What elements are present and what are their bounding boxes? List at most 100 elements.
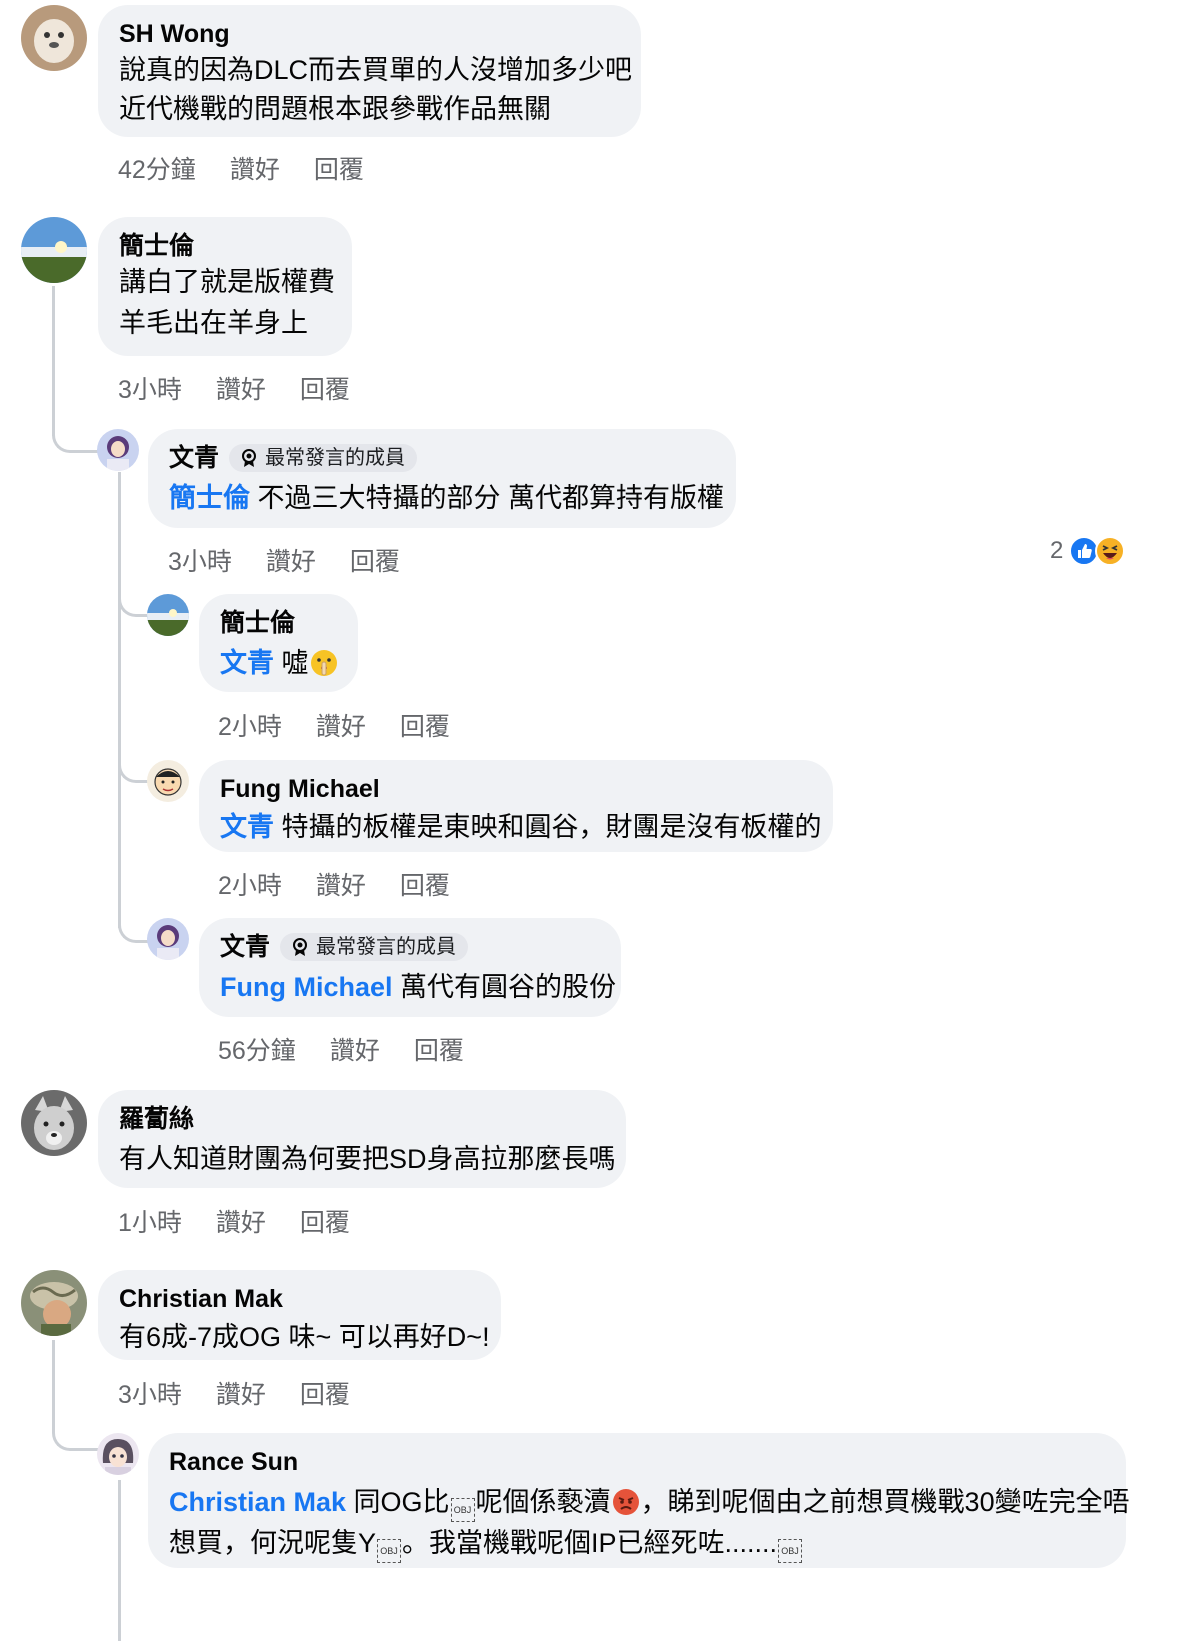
object-placeholder-icon: OBJ xyxy=(450,1498,475,1522)
thread-elbow xyxy=(118,756,149,783)
mention-link[interactable]: 文青 xyxy=(220,812,274,842)
comment-text: 有人知道財團為何要把SD身高拉那麼長嗎 xyxy=(119,1144,616,1174)
mention-link[interactable]: Christian Mak xyxy=(169,1487,346,1517)
comment-bubble: Fung Michael 文青 特攝的板權是東映和圓谷，財團是沒有板權的 xyxy=(199,760,833,852)
comment-text: 文青 特攝的板權是東映和圓谷，財團是沒有板權的 xyxy=(220,807,822,848)
comment-text-body: 想買，何況呢隻Y xyxy=(169,1528,377,1558)
comment-time[interactable]: 3小時 xyxy=(168,542,232,578)
comment-actions: 3小時 讚好 回覆 xyxy=(118,1375,350,1411)
avatar[interactable] xyxy=(147,594,189,636)
comment-text: 有6成-7成OG 味~ 可以再好D~! xyxy=(119,1322,490,1352)
thread-line xyxy=(52,1340,55,1430)
thread-line xyxy=(118,1480,121,1641)
comment-bubble: 簡士倫 講白了就是版權費 羊毛出在羊身上 xyxy=(98,217,352,356)
badge-icon xyxy=(293,938,308,956)
comment-text-body: 呢個係褻瀆 xyxy=(475,1487,611,1517)
thread-line xyxy=(118,472,121,928)
like-button[interactable]: 讚好 xyxy=(316,707,366,743)
comment-author[interactable]: Rance Sun xyxy=(169,1446,1105,1478)
comment-text: Fung Michael 萬代有圓谷的股份 xyxy=(220,967,616,1008)
comment-actions: 3小時 讚好 回覆 xyxy=(168,542,400,578)
comment-time[interactable]: 42分鐘 xyxy=(118,150,196,186)
object-placeholder-icon: OBJ xyxy=(778,1539,803,1563)
mention-link[interactable]: Fung Michael xyxy=(220,972,393,1002)
comment-text-body: ，睇到呢個由之前想買機戰30變咗完全唔 xyxy=(640,1487,1130,1517)
like-button[interactable]: 讚好 xyxy=(216,370,266,406)
comment-text: 近代機戰的問題根本跟參戰作品無關 xyxy=(119,94,551,124)
comment-author[interactable]: Christian Mak xyxy=(119,1283,480,1315)
mention-link[interactable]: 文青 xyxy=(220,648,274,678)
avatar[interactable] xyxy=(21,1090,87,1156)
comment-text-body: 不過三大特攝的部分 萬代都算持有版權 xyxy=(250,483,725,513)
comment-actions: 2小時 讚好 回覆 xyxy=(218,866,450,902)
comment-bubble: SH Wong 說真的因為DLC而去買單的人沒增加多少吧 近代機戰的問題根本跟參… xyxy=(98,5,641,137)
like-button[interactable]: 讚好 xyxy=(316,866,366,902)
comment-text: 羊毛出在羊身上 xyxy=(119,308,308,338)
avatar[interactable] xyxy=(21,5,87,71)
reply-button[interactable]: 回覆 xyxy=(300,1375,350,1411)
avatar[interactable] xyxy=(21,1270,87,1336)
comment-author[interactable]: 簡士倫 xyxy=(220,607,337,639)
thread-elbow xyxy=(118,916,149,943)
reply-button[interactable]: 回覆 xyxy=(300,1203,350,1239)
object-placeholder-icon: OBJ xyxy=(377,1539,402,1563)
comment-bubble: 羅蔔絲 有人知道財團為何要把SD身高拉那麼長嗎 xyxy=(98,1090,626,1188)
comment-bubble: 文青 最常發言的成員 Fung Michael 萬代有圓谷的股份 xyxy=(199,918,621,1017)
shushing-face-icon xyxy=(310,650,337,676)
comment-time[interactable]: 2小時 xyxy=(218,866,282,902)
avatar[interactable] xyxy=(147,918,189,960)
comment-text-body: 噓 xyxy=(274,648,309,678)
reply-button[interactable]: 回覆 xyxy=(350,542,400,578)
comment-actions: 42分鐘 讚好 回覆 xyxy=(118,150,364,186)
badge-label: 最常發言的成員 xyxy=(316,936,457,958)
comment-text: Christian Mak 同OG比 OBJ 呢個係褻瀆 ，睇到呢個由之前想買機戰30… xyxy=(169,1482,1130,1523)
reply-button[interactable]: 回覆 xyxy=(400,707,450,743)
comment-bubble: 文青 最常發言的成員 簡士倫 不過三大特攝的部分 萬代都算持有版權 xyxy=(148,429,736,528)
avatar[interactable] xyxy=(147,760,189,802)
comment-actions: 1小時 讚好 回覆 xyxy=(118,1203,350,1239)
top-contributor-badge[interactable]: 最常發言的成員 xyxy=(229,444,418,472)
comment-author[interactable]: 簡士倫 xyxy=(119,230,331,262)
comment-text-body: 萬代有圓谷的股份 xyxy=(392,972,617,1002)
reply-button[interactable]: 回覆 xyxy=(314,150,364,186)
comment-time[interactable]: 3小時 xyxy=(118,370,182,406)
comment-time[interactable]: 56分鐘 xyxy=(218,1031,296,1067)
reply-button[interactable]: 回覆 xyxy=(400,866,450,902)
comment-bubble: Rance Sun Christian Mak 同OG比 OBJ 呢個係褻瀆 ，睇到呢… xyxy=(148,1433,1130,1568)
top-contributor-badge[interactable]: 最常發言的成員 xyxy=(280,933,469,961)
comment-text-body: 。我當機戰呢個IP已經死咗....... xyxy=(402,1528,778,1558)
reaction-count: 2 xyxy=(1050,537,1064,564)
comment-text: 簡士倫 不過三大特攝的部分 萬代都算持有版權 xyxy=(169,478,724,519)
like-button[interactable]: 讚好 xyxy=(216,1375,266,1411)
comment-author[interactable]: 文青 最常發言的成員 xyxy=(220,931,600,963)
comment-author[interactable]: Fung Michael xyxy=(220,773,812,805)
comment-time[interactable]: 3小時 xyxy=(118,1375,182,1411)
like-button[interactable]: 讚好 xyxy=(216,1203,266,1239)
like-button[interactable]: 讚好 xyxy=(230,150,280,186)
comment-author[interactable]: 羅蔔絲 xyxy=(119,1103,605,1135)
reaction-summary[interactable]: 2 xyxy=(1050,536,1126,566)
comment-author[interactable]: SH Wong xyxy=(119,18,620,50)
avatar[interactable] xyxy=(97,1433,139,1475)
like-button[interactable]: 讚好 xyxy=(330,1031,380,1067)
comment-author[interactable]: 文青 最常發言的成員 xyxy=(169,442,715,474)
avatar[interactable] xyxy=(97,429,139,471)
reply-button[interactable]: 回覆 xyxy=(414,1031,464,1067)
comment-text: 說真的因為DLC而去買單的人沒增加多少吧 xyxy=(119,55,633,85)
like-button[interactable]: 讚好 xyxy=(266,542,316,578)
thread-elbow xyxy=(118,590,149,617)
thread-elbow xyxy=(52,420,99,453)
comment-time[interactable]: 1小時 xyxy=(118,1203,182,1239)
comment-text-body: 同OG比 xyxy=(346,1487,450,1517)
comment-text-body: 特攝的板權是東映和圓谷，財團是沒有板權的 xyxy=(274,812,822,842)
comment-text: 想買，何況呢隻Y OBJ 。我當機戰呢個IP已經死咗....... OBJ xyxy=(169,1523,1105,1564)
reply-button[interactable]: 回覆 xyxy=(300,370,350,406)
comment-text: 講白了就是版權費 xyxy=(119,267,335,297)
comment-actions: 2小時 讚好 回覆 xyxy=(218,707,450,743)
comment-bubble: Christian Mak 有6成-7成OG 味~ 可以再好D~! xyxy=(98,1270,501,1360)
avatar[interactable] xyxy=(21,217,87,283)
thread-elbow xyxy=(52,1418,99,1451)
comment-actions: 3小時 讚好 回覆 xyxy=(118,370,350,406)
mention-link[interactable]: 簡士倫 xyxy=(169,483,250,513)
comment-time[interactable]: 2小時 xyxy=(218,707,282,743)
